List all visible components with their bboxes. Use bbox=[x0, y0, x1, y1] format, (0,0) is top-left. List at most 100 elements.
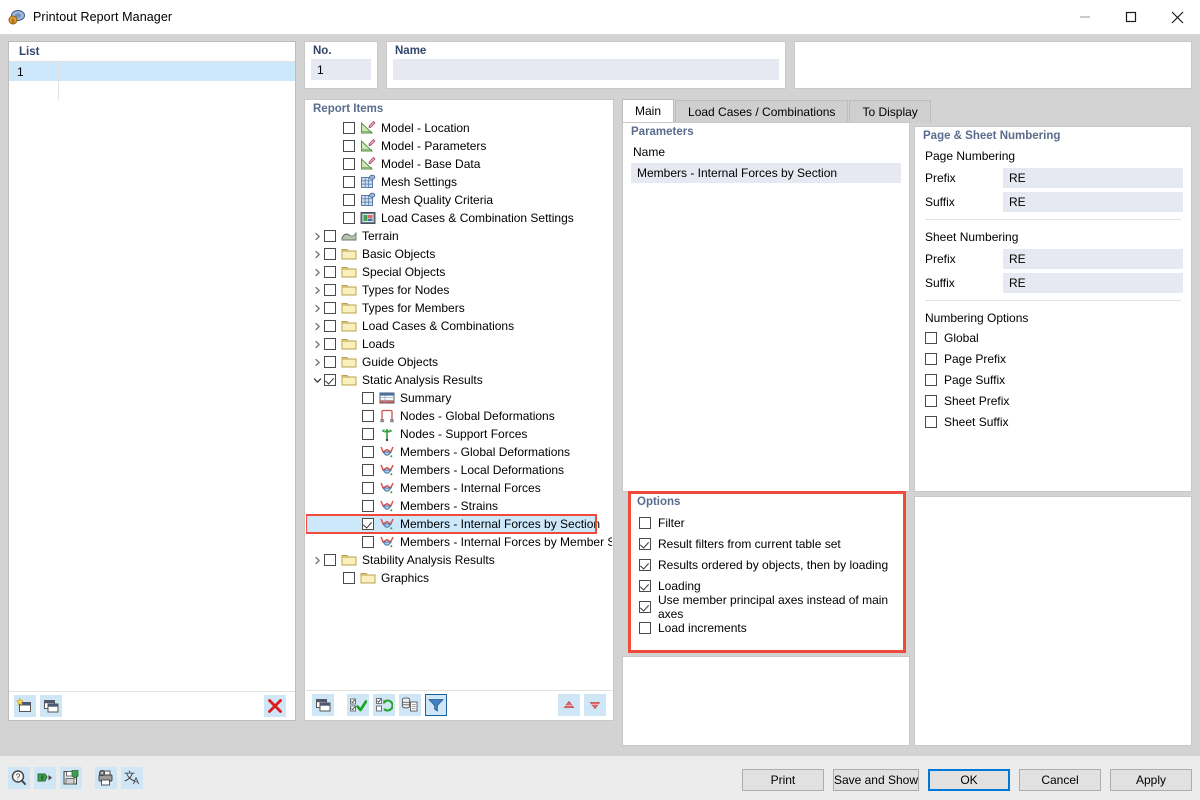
tree-node[interactable]: Members - Internal Forces by Member Set bbox=[306, 533, 612, 551]
tree-node-checkbox[interactable] bbox=[324, 302, 336, 314]
numbering-option-row[interactable]: Sheet Prefix bbox=[915, 390, 1191, 411]
tree-node[interactable]: Loads bbox=[306, 335, 612, 353]
tree-node-checkbox[interactable] bbox=[343, 122, 355, 134]
tree-node[interactable]: Basic Objects bbox=[306, 245, 612, 263]
report-items-tree[interactable]: Model - Location Model - Parameters Model … bbox=[306, 119, 612, 689]
option-checkbox[interactable] bbox=[639, 579, 651, 592]
tree-node[interactable]: Members - Local Deformations bbox=[306, 461, 612, 479]
tree-node[interactable]: Types for Nodes bbox=[306, 281, 612, 299]
option-checkbox[interactable] bbox=[639, 621, 651, 634]
printer-settings-button[interactable] bbox=[95, 767, 117, 789]
chevron-right-icon[interactable] bbox=[310, 245, 324, 263]
option-row[interactable]: Result filters from current table set bbox=[629, 533, 905, 554]
tree-node[interactable]: Model - Parameters bbox=[306, 137, 612, 155]
tree-node[interactable]: Guide Objects bbox=[306, 353, 612, 371]
invert-selection-button[interactable] bbox=[373, 694, 395, 716]
ok-button[interactable]: OK bbox=[928, 769, 1010, 791]
tree-node-checkbox[interactable] bbox=[362, 536, 374, 548]
option-row[interactable]: Use member principal axes instead of mai… bbox=[629, 593, 905, 621]
sheet-suffix-input[interactable]: RE bbox=[1003, 273, 1183, 293]
name-input[interactable] bbox=[393, 59, 779, 80]
page-suffix-input[interactable]: RE bbox=[1003, 192, 1183, 212]
tab-load-cases-combinations[interactable]: Load Cases / Combinations bbox=[675, 100, 849, 123]
tree-node-checkbox[interactable] bbox=[362, 464, 374, 476]
tab-to-display[interactable]: To Display bbox=[849, 100, 931, 123]
tree-node[interactable]: Members - Global Deformations bbox=[306, 443, 612, 461]
numbering-option-row[interactable]: Global bbox=[915, 327, 1191, 348]
option-checkbox[interactable] bbox=[639, 516, 651, 529]
tree-node-checkbox[interactable] bbox=[343, 212, 355, 224]
apply-button[interactable]: Apply bbox=[1110, 769, 1192, 791]
tree-node[interactable]: Types for Members bbox=[306, 299, 612, 317]
chevron-right-icon[interactable] bbox=[310, 263, 324, 281]
select-all-button[interactable] bbox=[347, 694, 369, 716]
minimize-button[interactable] bbox=[1062, 0, 1108, 35]
tree-node-checkbox[interactable] bbox=[324, 266, 336, 278]
numbering-option-checkbox[interactable] bbox=[925, 331, 937, 344]
tree-node-checkbox[interactable] bbox=[362, 446, 374, 458]
move-down-button[interactable] bbox=[584, 694, 606, 716]
numbering-option-checkbox[interactable] bbox=[925, 373, 937, 386]
tree-node-checkbox[interactable] bbox=[362, 518, 374, 530]
tree-node[interactable]: Members - Internal Forces bbox=[306, 479, 612, 497]
tree-node-checkbox[interactable] bbox=[343, 140, 355, 152]
filter-button[interactable] bbox=[425, 694, 447, 716]
tree-node[interactable]: Mesh Quality Criteria bbox=[306, 191, 612, 209]
option-row[interactable]: Results ordered by objects, then by load… bbox=[629, 554, 905, 575]
chevron-right-icon[interactable] bbox=[310, 227, 324, 245]
option-checkbox[interactable] bbox=[639, 600, 651, 613]
help-button[interactable]: ? bbox=[8, 767, 30, 789]
chevron-right-icon[interactable] bbox=[310, 299, 324, 317]
chevron-right-icon[interactable] bbox=[310, 335, 324, 353]
tree-node[interactable]: Model - Base Data bbox=[306, 155, 612, 173]
tree-node[interactable]: Model - Location bbox=[306, 119, 612, 137]
tree-node[interactable]: Members - Strains bbox=[306, 497, 612, 515]
tree-node-checkbox[interactable] bbox=[343, 176, 355, 188]
save-and-show-button[interactable]: Save and Show bbox=[832, 769, 919, 791]
option-checkbox[interactable] bbox=[639, 558, 651, 571]
chevron-right-icon[interactable] bbox=[310, 353, 324, 371]
tree-node-checkbox[interactable] bbox=[362, 392, 374, 404]
numbering-option-row[interactable]: Page Prefix bbox=[915, 348, 1191, 369]
save-template-button[interactable] bbox=[60, 767, 82, 789]
tree-node[interactable]: Stability Analysis Results bbox=[306, 551, 612, 569]
cancel-button[interactable]: Cancel bbox=[1019, 769, 1101, 791]
tree-node-checkbox[interactable] bbox=[324, 284, 336, 296]
tree-node-checkbox[interactable] bbox=[362, 482, 374, 494]
tree-node-checkbox[interactable] bbox=[324, 248, 336, 260]
tree-node-checkbox[interactable] bbox=[324, 356, 336, 368]
tree-node-checkbox[interactable] bbox=[343, 194, 355, 206]
chevron-right-icon[interactable] bbox=[310, 551, 324, 569]
sheet-prefix-input[interactable]: RE bbox=[1003, 249, 1183, 269]
numbering-option-row[interactable]: Page Suffix bbox=[915, 369, 1191, 390]
tree-node[interactable]: Graphics bbox=[306, 569, 612, 587]
numbering-option-row[interactable]: Sheet Suffix bbox=[915, 411, 1191, 432]
tree-node[interactable]: Static Analysis Results bbox=[306, 371, 612, 389]
tree-node[interactable]: Terrain bbox=[306, 227, 612, 245]
print-button[interactable]: Print bbox=[741, 769, 824, 791]
option-row[interactable]: Filter bbox=[629, 512, 905, 533]
tree-node-checkbox[interactable] bbox=[324, 338, 336, 350]
tree-node[interactable]: Load Cases & Combinations bbox=[306, 317, 612, 335]
tree-node[interactable]: Nodes - Support Forces bbox=[306, 425, 612, 443]
numbering-option-checkbox[interactable] bbox=[925, 352, 937, 365]
tree-node-checkbox[interactable] bbox=[362, 410, 374, 422]
tree-node-checkbox[interactable] bbox=[324, 554, 336, 566]
delete-report-button[interactable] bbox=[264, 695, 286, 717]
move-up-button[interactable] bbox=[558, 694, 580, 716]
chevron-down-icon[interactable] bbox=[310, 371, 324, 389]
close-button[interactable] bbox=[1154, 0, 1200, 35]
numbering-option-checkbox[interactable] bbox=[925, 415, 937, 428]
option-checkbox[interactable] bbox=[639, 537, 651, 550]
tree-node[interactable]: Summary bbox=[306, 389, 612, 407]
tree-node[interactable]: Nodes - Global Deformations bbox=[306, 407, 612, 425]
tree-node[interactable]: Special Objects bbox=[306, 263, 612, 281]
tree-node-checkbox[interactable] bbox=[324, 320, 336, 332]
tree-node-checkbox[interactable] bbox=[343, 158, 355, 170]
export-button[interactable] bbox=[34, 767, 56, 789]
parameter-row[interactable]: Members - Internal Forces by Section bbox=[631, 163, 901, 183]
tree-node-checkbox[interactable] bbox=[324, 230, 336, 242]
maximize-button[interactable] bbox=[1108, 0, 1154, 35]
numbering-option-checkbox[interactable] bbox=[925, 394, 937, 407]
tree-node-checkbox[interactable] bbox=[362, 428, 374, 440]
